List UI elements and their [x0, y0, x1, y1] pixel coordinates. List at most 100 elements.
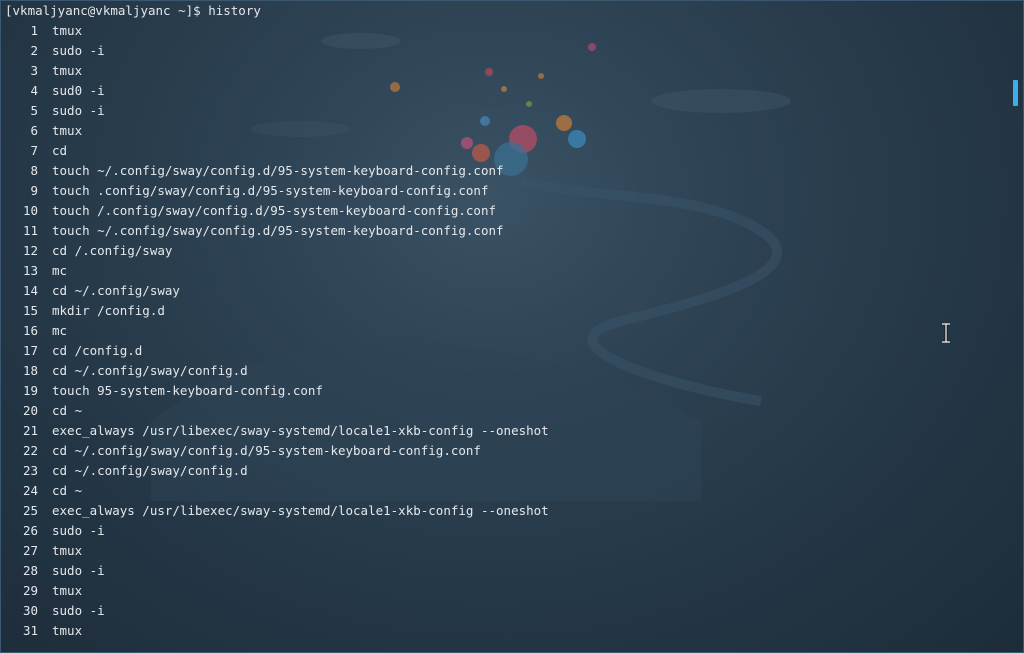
history-number: 28	[22, 563, 38, 578]
history-command: cd ~/.config/sway/config.d	[52, 463, 248, 478]
history-number: 11	[22, 223, 38, 238]
history-command: exec_always /usr/libexec/sway-systemd/lo…	[52, 503, 549, 518]
terminal-window[interactable]: [vkmaljyanc@vkmaljyanc ~]$ history 1 tmux…	[0, 0, 1024, 653]
history-command: tmux	[52, 583, 83, 598]
history-command: tmux	[52, 123, 83, 138]
history-number: 6	[30, 123, 38, 138]
history-entry: 3 tmux	[5, 61, 1003, 81]
prompt-text: [vkmaljyanc@vkmaljyanc ~]$ history	[5, 3, 261, 18]
history-entry: 31 tmux	[5, 621, 1003, 641]
history-command: tmux	[52, 543, 83, 558]
history-entry: 5 sudo -i	[5, 101, 1003, 121]
history-entry: 24 cd ~	[5, 481, 1003, 501]
history-number: 17	[22, 343, 38, 358]
history-number: 16	[22, 323, 38, 338]
history-command: touch /.config/sway/config.d/95-system-k…	[52, 203, 497, 218]
history-entry: 14 cd ~/.config/sway	[5, 281, 1003, 301]
history-command: mkdir /config.d	[52, 303, 165, 318]
command-prompt: [vkmaljyanc@vkmaljyanc ~]$ history	[5, 1, 1003, 21]
history-number: 5	[30, 103, 38, 118]
scrollbar[interactable]	[1013, 1, 1021, 652]
history-entry: 7 cd	[5, 141, 1003, 161]
history-number: 3	[30, 63, 38, 78]
history-command: cd ~/.config/sway/config.d	[52, 363, 248, 378]
history-command: cd /config.d	[52, 343, 143, 358]
history-command: touch ~/.config/sway/config.d/95-system-…	[52, 163, 504, 178]
scrollbar-thumb[interactable]	[1013, 80, 1018, 106]
history-command: mc	[52, 263, 68, 278]
history-entry: 16 mc	[5, 321, 1003, 341]
history-number: 2	[30, 43, 38, 58]
history-entry: 10 touch /.config/sway/config.d/95-system…	[5, 201, 1003, 221]
terminal-output[interactable]: [vkmaljyanc@vkmaljyanc ~]$ history 1 tmux…	[5, 1, 1003, 652]
history-command: tmux	[52, 63, 83, 78]
history-number: 22	[22, 443, 38, 458]
history-entry: 20 cd ~	[5, 401, 1003, 421]
history-number: 27	[22, 543, 38, 558]
history-command: sudo -i	[52, 603, 105, 618]
history-command: cd /.config/sway	[52, 243, 173, 258]
history-entry: 11 touch ~/.config/sway/config.d/95-syste…	[5, 221, 1003, 241]
history-entry: 25 exec_always /usr/libexec/sway-systemd/…	[5, 501, 1003, 521]
ibeam-cursor-icon	[942, 323, 950, 343]
history-number: 18	[22, 363, 38, 378]
history-command: tmux	[52, 623, 83, 638]
history-entry: 29 tmux	[5, 581, 1003, 601]
history-entry: 23 cd ~/.config/sway/config.d	[5, 461, 1003, 481]
history-entry: 15 mkdir /config.d	[5, 301, 1003, 321]
history-command: cd ~/.config/sway	[52, 283, 180, 298]
history-number: 1	[30, 23, 38, 38]
history-entry: 6 tmux	[5, 121, 1003, 141]
history-number: 15	[22, 303, 38, 318]
history-number: 14	[22, 283, 38, 298]
history-command: sudo -i	[52, 43, 105, 58]
history-number: 26	[22, 523, 38, 538]
history-number: 21	[22, 423, 38, 438]
history-command: cd ~	[52, 483, 83, 498]
history-command: cd	[52, 143, 68, 158]
history-entry: 21 exec_always /usr/libexec/sway-systemd/…	[5, 421, 1003, 441]
history-entry: 28 sudo -i	[5, 561, 1003, 581]
history-command: sud0 -i	[52, 83, 105, 98]
history-entry: 17 cd /config.d	[5, 341, 1003, 361]
history-command: cd ~/.config/sway/config.d/95-system-key…	[52, 443, 481, 458]
history-entry: 18 cd ~/.config/sway/config.d	[5, 361, 1003, 381]
history-entry: 4 sud0 -i	[5, 81, 1003, 101]
history-command: mc	[52, 323, 68, 338]
history-number: 10	[22, 203, 38, 218]
history-entry: 12 cd /.config/sway	[5, 241, 1003, 261]
history-number: 20	[22, 403, 38, 418]
history-command: cd ~	[52, 403, 83, 418]
history-number: 30	[22, 603, 38, 618]
history-entry: 26 sudo -i	[5, 521, 1003, 541]
history-command: touch .config/sway/config.d/95-system-ke…	[52, 183, 489, 198]
history-entry: 27 tmux	[5, 541, 1003, 561]
history-command: sudo -i	[52, 523, 105, 538]
history-number: 31	[22, 623, 38, 638]
history-number: 25	[22, 503, 38, 518]
history-list: 1 tmux 2 sudo -i 3 tmux 4 sud0 -i 5 sudo -i 6 tmux 7…	[5, 21, 1003, 641]
history-number: 7	[30, 143, 38, 158]
history-entry: 9 touch .config/sway/config.d/95-system-k…	[5, 181, 1003, 201]
history-number: 29	[22, 583, 38, 598]
history-command: touch ~/.config/sway/config.d/95-system-…	[52, 223, 504, 238]
history-number: 19	[22, 383, 38, 398]
history-command: tmux	[52, 23, 83, 38]
history-number: 23	[22, 463, 38, 478]
history-entry: 1 tmux	[5, 21, 1003, 41]
history-entry: 19 touch 95-system-keyboard-config.conf	[5, 381, 1003, 401]
history-entry: 13 mc	[5, 261, 1003, 281]
history-command: sudo -i	[52, 103, 105, 118]
history-number: 24	[22, 483, 38, 498]
history-number: 12	[22, 243, 38, 258]
history-command: touch 95-system-keyboard-config.conf	[52, 383, 323, 398]
history-number: 9	[30, 183, 38, 198]
history-entry: 8 touch ~/.config/sway/config.d/95-system…	[5, 161, 1003, 181]
history-command: sudo -i	[52, 563, 105, 578]
history-command: exec_always /usr/libexec/sway-systemd/lo…	[52, 423, 549, 438]
history-entry: 2 sudo -i	[5, 41, 1003, 61]
history-number: 13	[22, 263, 38, 278]
history-entry: 22 cd ~/.config/sway/config.d/95-system-k…	[5, 441, 1003, 461]
history-number: 8	[30, 163, 38, 178]
history-entry: 30 sudo -i	[5, 601, 1003, 621]
